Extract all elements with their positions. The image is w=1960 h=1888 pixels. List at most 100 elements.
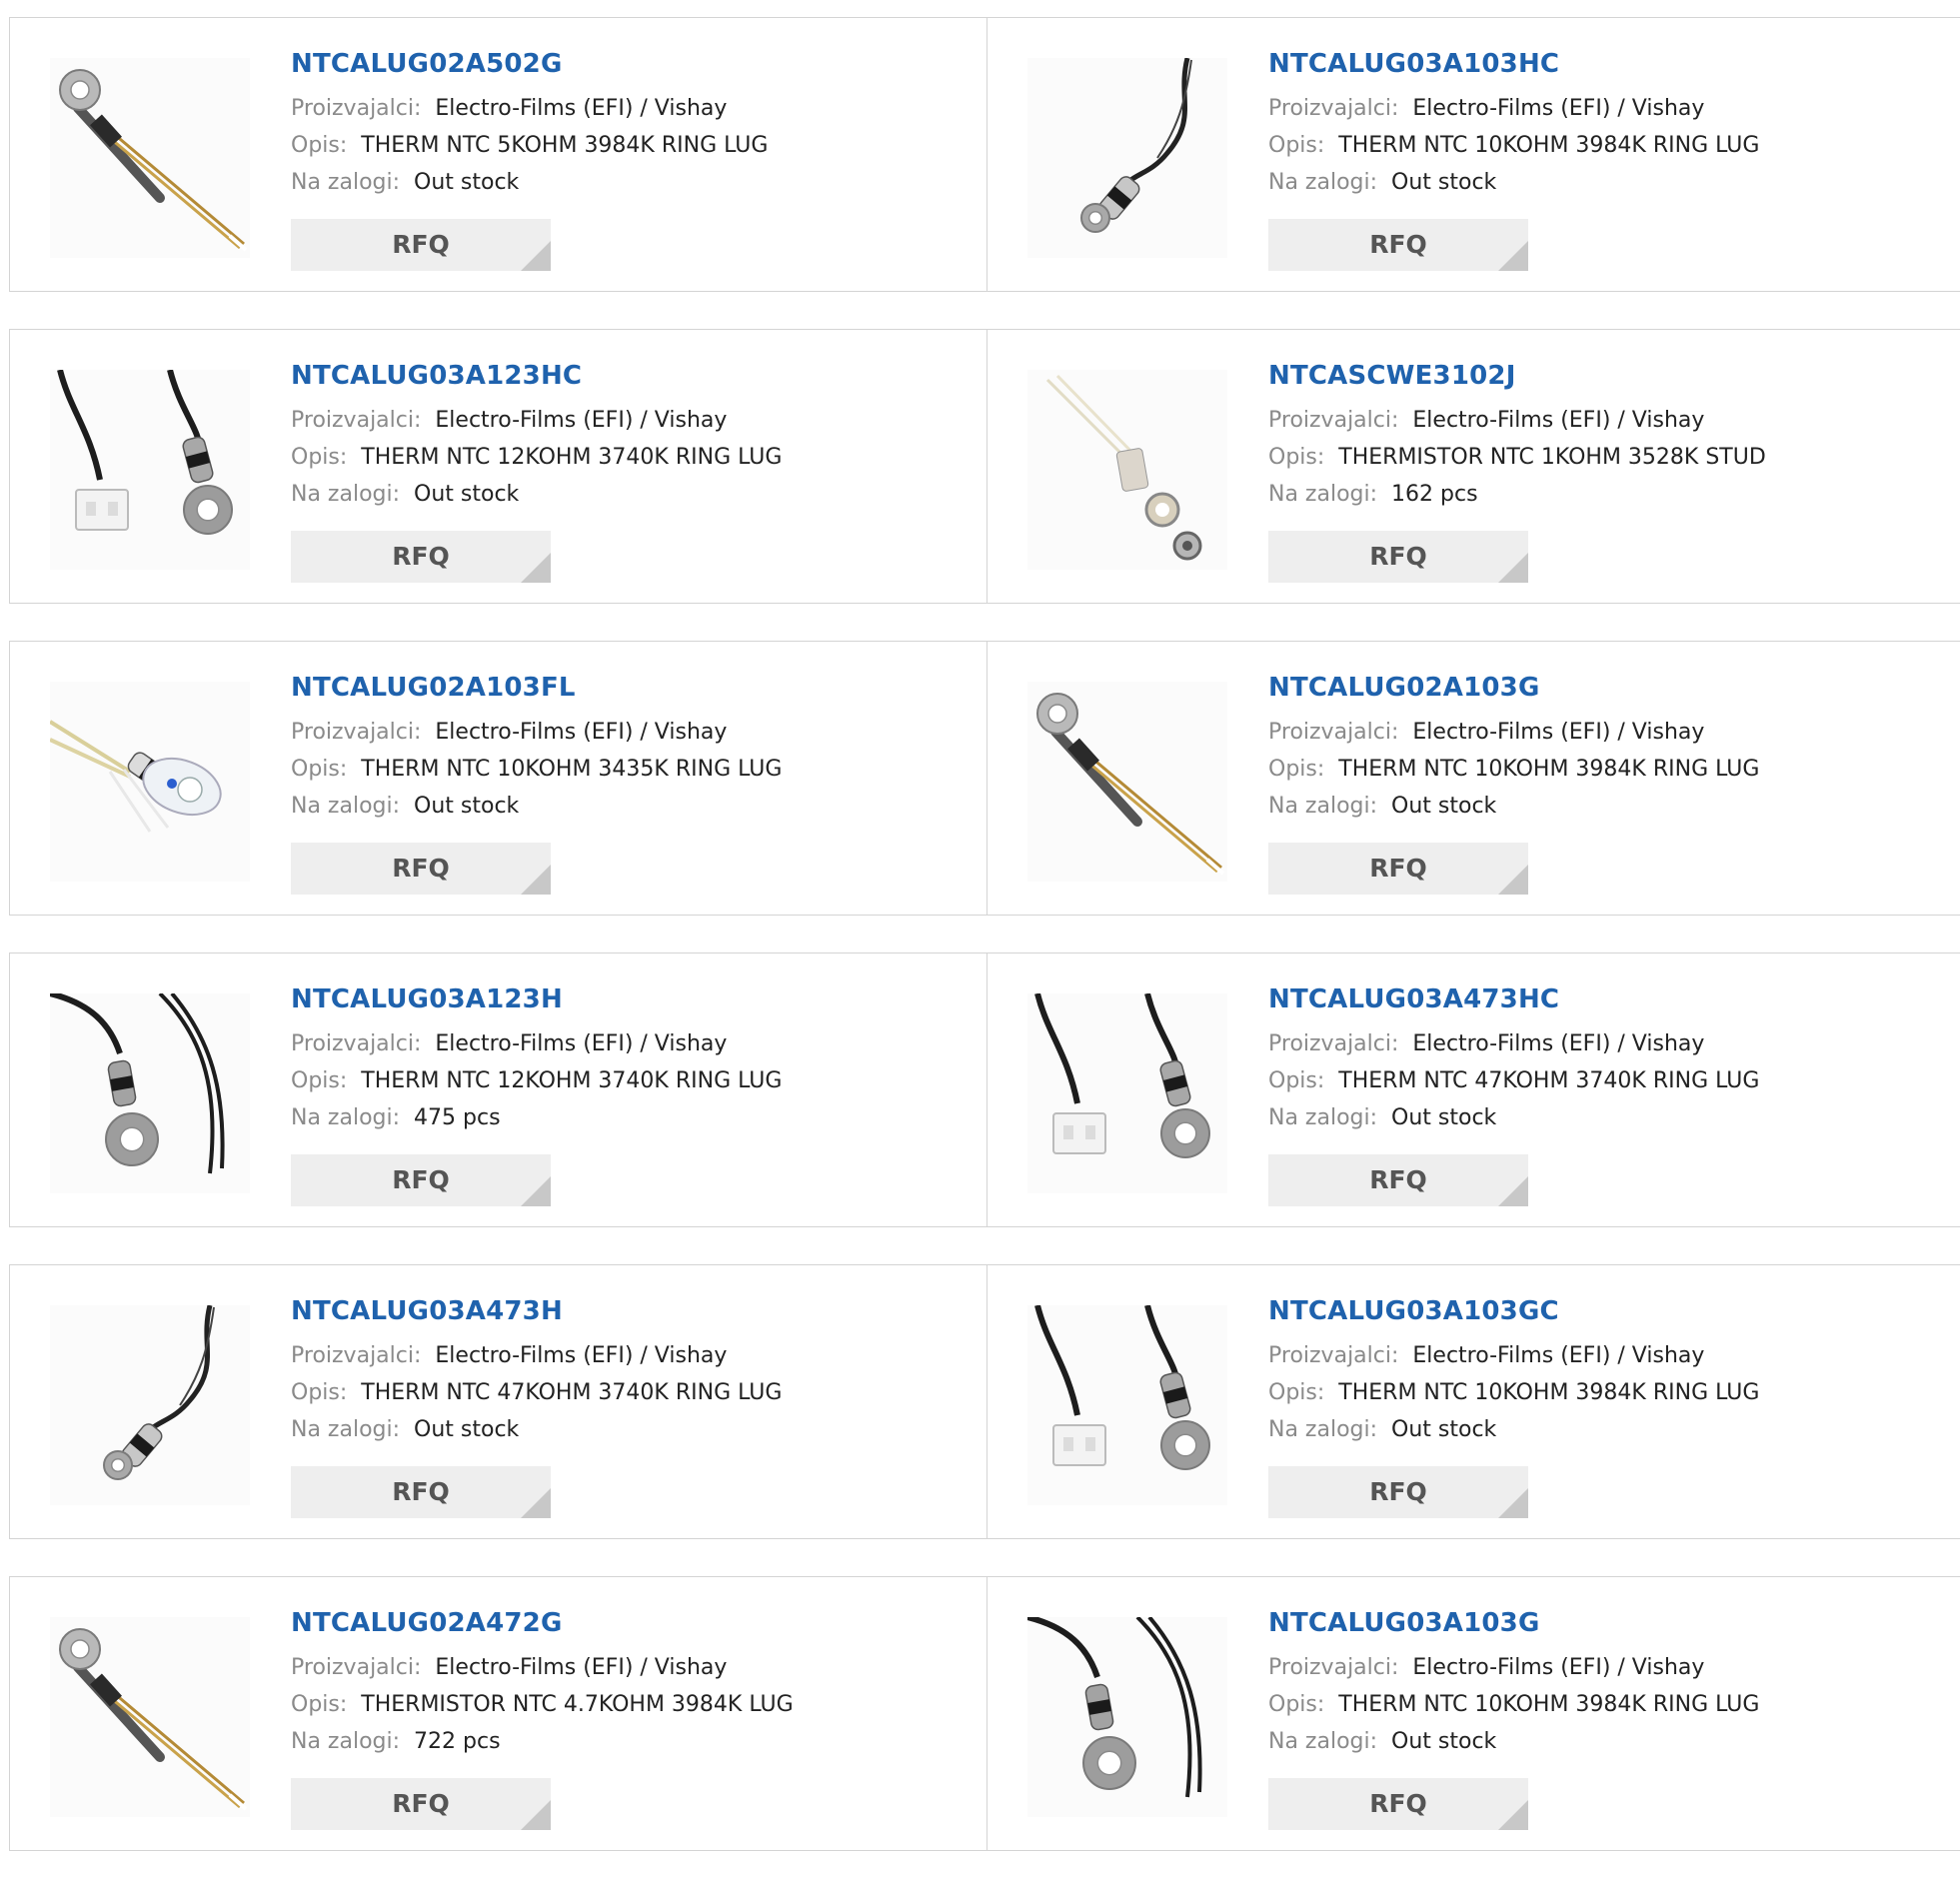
stock-label: Na zalogi: (291, 170, 401, 195)
corner-decoration (1498, 241, 1528, 271)
rfq-button[interactable]: RFQ (291, 1778, 551, 1830)
product-card: NTCASCWE3102J Proizvajalci: Electro-Films… (987, 330, 1960, 603)
thermistor-illustration (1027, 370, 1227, 570)
product-title-link[interactable]: NTCALUG03A103GC (1268, 1295, 1759, 1327)
product-title-link[interactable]: NTCALUG02A103G (1268, 672, 1759, 704)
product-card: NTCALUG02A103G Proizvajalci: Electro-Film… (987, 642, 1960, 915)
product-image[interactable] (1027, 370, 1227, 570)
description-value: THERM NTC 47KOHM 3740K RING LUG (1338, 1068, 1760, 1093)
rfq-button[interactable]: RFQ (291, 843, 551, 895)
product-title-link[interactable]: NTCALUG03A473H (291, 1295, 782, 1327)
product-title-link[interactable]: NTCALUG02A103FL (291, 672, 782, 704)
corner-decoration (521, 1800, 551, 1830)
stock-label: Na zalogi: (291, 794, 401, 819)
manufacturer-line: Proizvajalci: Electro-Films (EFI) / Visha… (1268, 1025, 1759, 1062)
product-image[interactable] (50, 58, 250, 258)
rfq-button[interactable]: RFQ (1268, 1778, 1528, 1830)
description-line: Opis: THERM NTC 10KOHM 3984K RING LUG (1268, 127, 1759, 164)
description-label: Opis: (291, 1380, 348, 1405)
rfq-button[interactable]: RFQ (1268, 843, 1528, 895)
stock-line: Na zalogi: Out stock (291, 164, 768, 201)
rfq-button[interactable]: RFQ (291, 531, 551, 583)
manufacturer-label: Proizvajalci: (291, 720, 422, 745)
stock-label: Na zalogi: (291, 1417, 401, 1442)
manufacturer-label: Proizvajalci: (1268, 96, 1399, 121)
corner-decoration (1498, 1176, 1528, 1206)
rfq-button[interactable]: RFQ (1268, 1466, 1528, 1518)
stock-line: Na zalogi: Out stock (1268, 1411, 1759, 1448)
manufacturer-line: Proizvajalci: Electro-Films (EFI) / Visha… (291, 402, 782, 439)
product-image[interactable] (50, 1617, 250, 1817)
stock-line: Na zalogi: Out stock (1268, 164, 1759, 201)
thermistor-illustration (50, 682, 250, 882)
manufacturer-label: Proizvajalci: (291, 1343, 422, 1368)
description-line: Opis: THERM NTC 47KOHM 3740K RING LUG (1268, 1062, 1759, 1099)
manufacturer-value: Electro-Films (EFI) / Vishay (1412, 720, 1705, 745)
stock-value: 162 pcs (1391, 482, 1478, 507)
corner-decoration (1498, 1800, 1528, 1830)
product-card: NTCALUG03A123H Proizvajalci: Electro-Film… (10, 953, 987, 1226)
product-title-link[interactable]: NTCALUG03A123H (291, 983, 782, 1015)
product-image[interactable] (1027, 1305, 1227, 1505)
product-card: NTCALUG03A103G Proizvajalci: Electro-Film… (987, 1577, 1960, 1850)
product-row: NTCALUG03A123HC Proizvajalci: Electro-Fil… (9, 329, 1960, 604)
product-image[interactable] (1027, 1617, 1227, 1817)
product-image[interactable] (1027, 58, 1227, 258)
product-card: NTCALUG03A103GC Proizvajalci: Electro-Fil… (987, 1265, 1960, 1538)
product-row: NTCALUG03A473H Proizvajalci: Electro-Film… (9, 1264, 1960, 1539)
manufacturer-label: Proizvajalci: (1268, 408, 1399, 433)
description-line: Opis: THERMISTOR NTC 1KOHM 3528K STUD (1268, 439, 1766, 476)
stock-line: Na zalogi: Out stock (291, 1411, 782, 1448)
manufacturer-value: Electro-Films (EFI) / Vishay (435, 1655, 728, 1680)
rfq-label: RFQ (1369, 1165, 1427, 1194)
product-title-link[interactable]: NTCALUG03A103G (1268, 1607, 1759, 1639)
product-title-link[interactable]: NTCALUG03A473HC (1268, 983, 1759, 1015)
product-image[interactable] (50, 993, 250, 1193)
rfq-button[interactable]: RFQ (291, 1154, 551, 1206)
stock-value: Out stock (1391, 1417, 1497, 1442)
rfq-button[interactable]: RFQ (1268, 1154, 1528, 1206)
description-label: Opis: (291, 757, 348, 782)
stock-line: Na zalogi: 162 pcs (1268, 476, 1766, 513)
stock-value: 722 pcs (414, 1729, 501, 1754)
product-grid: NTCALUG02A502G Proizvajalci: Electro-Film… (9, 17, 1960, 1888)
thermistor-illustration (1027, 1305, 1227, 1505)
corner-decoration (521, 241, 551, 271)
product-title-link[interactable]: NTCALUG02A502G (291, 48, 768, 80)
product-image[interactable] (50, 682, 250, 882)
rfq-button[interactable]: RFQ (1268, 219, 1528, 271)
description-label: Opis: (1268, 445, 1325, 470)
manufacturer-value: Electro-Films (EFI) / Vishay (435, 1031, 728, 1056)
product-image[interactable] (50, 1305, 250, 1505)
thermistor-illustration (1027, 682, 1227, 882)
rfq-button[interactable]: RFQ (291, 219, 551, 271)
product-card: NTCALUG02A472G Proizvajalci: Electro-Film… (10, 1577, 987, 1850)
thermistor-illustration (50, 370, 250, 570)
manufacturer-label: Proizvajalci: (291, 1031, 422, 1056)
rfq-button[interactable]: RFQ (1268, 531, 1528, 583)
product-title-link[interactable]: NTCALUG02A472G (291, 1607, 794, 1639)
product-title-link[interactable]: NTCALUG03A123HC (291, 360, 782, 392)
stock-label: Na zalogi: (291, 1105, 401, 1130)
rfq-label: RFQ (392, 1477, 450, 1506)
corner-decoration (521, 1176, 551, 1206)
manufacturer-line: Proizvajalci: Electro-Films (EFI) / Visha… (291, 1337, 782, 1374)
stock-value: Out stock (1391, 1729, 1497, 1754)
stock-label: Na zalogi: (1268, 1729, 1378, 1754)
stock-value: Out stock (1391, 170, 1497, 195)
product-image[interactable] (50, 370, 250, 570)
product-image[interactable] (1027, 993, 1227, 1193)
manufacturer-value: Electro-Films (EFI) / Vishay (435, 96, 728, 121)
stock-line: Na zalogi: Out stock (291, 788, 782, 825)
manufacturer-label: Proizvajalci: (291, 1655, 422, 1680)
product-image[interactable] (1027, 682, 1227, 882)
product-title-link[interactable]: NTCALUG03A103HC (1268, 48, 1759, 80)
thermistor-illustration (50, 1617, 250, 1817)
manufacturer-line: Proizvajalci: Electro-Films (EFI) / Visha… (291, 1025, 782, 1062)
description-value: THERM NTC 10KOHM 3984K RING LUG (1338, 133, 1760, 158)
description-value: THERMISTOR NTC 4.7KOHM 3984K LUG (361, 1692, 794, 1717)
rfq-button[interactable]: RFQ (291, 1466, 551, 1518)
product-row: NTCALUG02A103FL Proizvajalci: Electro-Fil… (9, 641, 1960, 916)
product-title-link[interactable]: NTCASCWE3102J (1268, 360, 1766, 392)
stock-line: Na zalogi: Out stock (1268, 788, 1759, 825)
